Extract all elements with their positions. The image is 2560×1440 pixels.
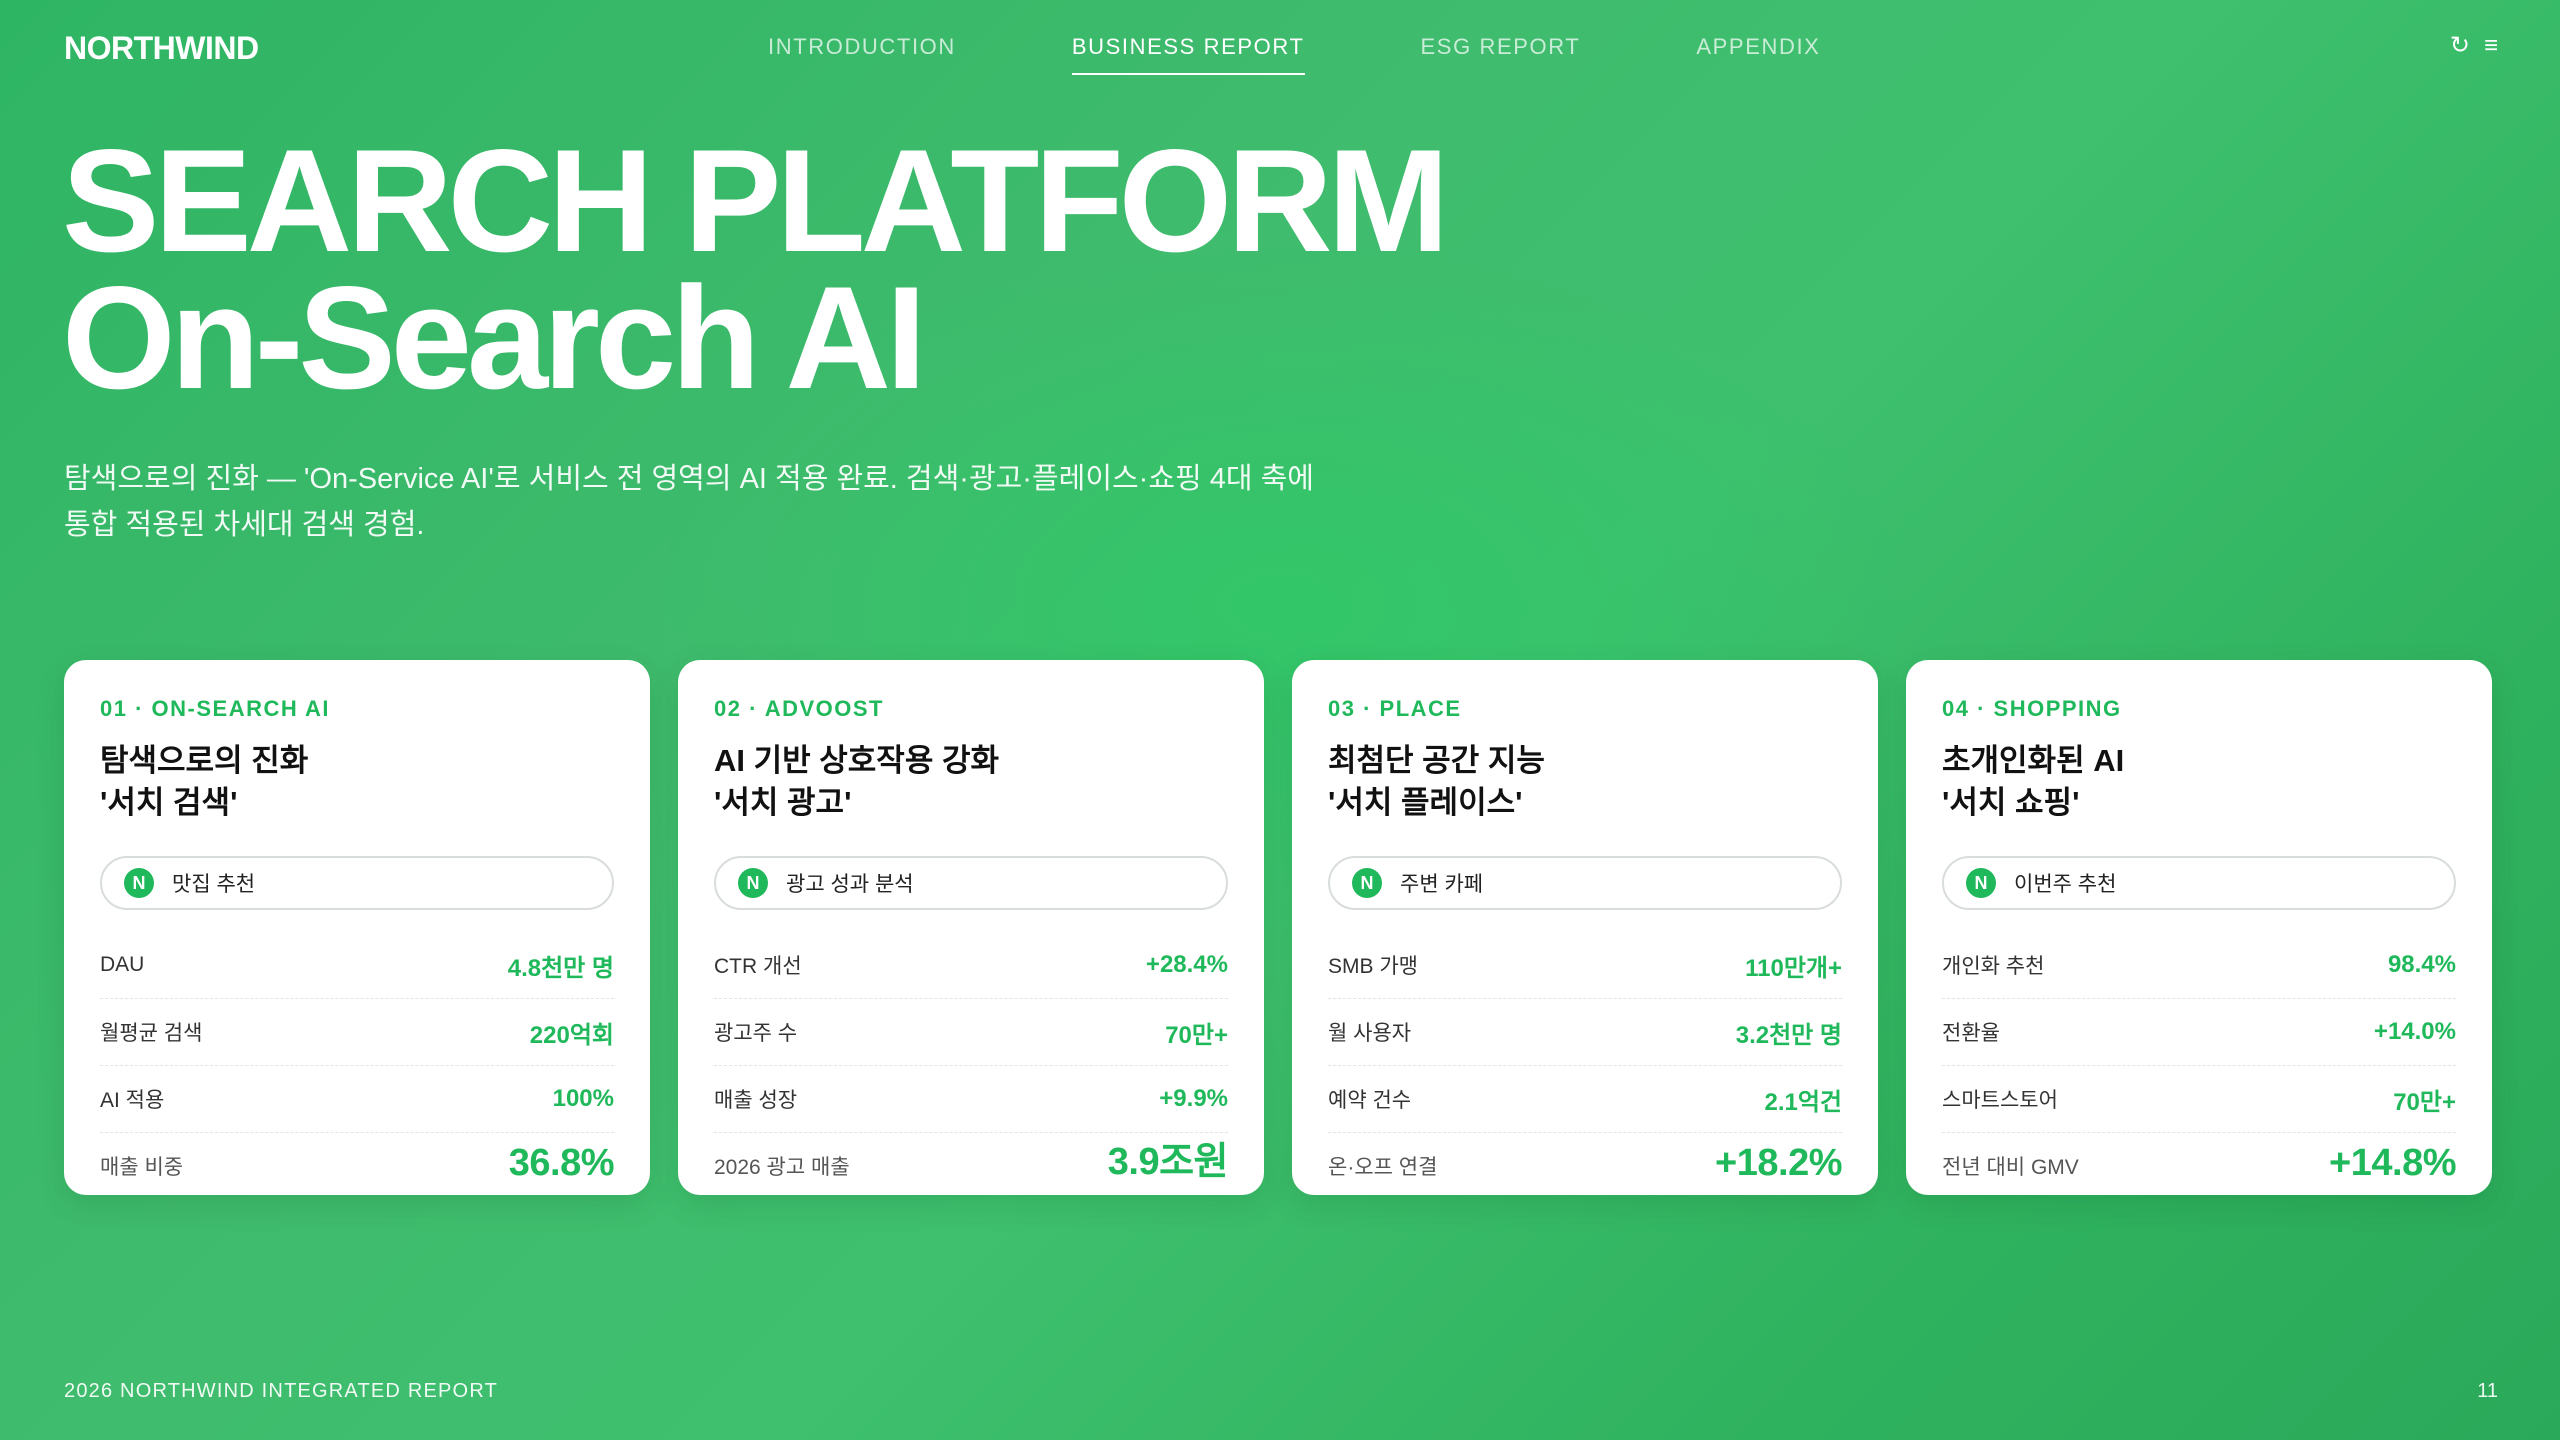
metric-label: 스마트스토어 [1942,1089,2058,1112]
metric-label: 예약 건수 [1328,1089,1412,1112]
description-line-1: 탐색으로의 진화 — 'On-Service AI'로 서비스 전 영역의 AI… [64,463,1314,495]
metric-value: 110만개+ [1745,954,1842,982]
highlight-label: 온·오프 연결 [1328,1156,1438,1179]
metric-row: 개인화 추천 98.4% [1942,932,2456,999]
main-nav: INTRODUCTION BUSINESS REPORT ESG REPORT … [768,34,1936,75]
card-tag: 02 · ADVOOST [714,696,884,721]
metric-value: +14.0% [2373,1018,2456,1045]
n-logo-icon: N [1352,868,1382,898]
highlight-label: 전년 대비 GMV [1942,1156,2079,1179]
highlight-label: 매출 비중 [100,1156,184,1179]
refresh-icon[interactable]: ↻ [2450,34,2470,58]
metric-value: 70만+ [2393,1088,2456,1116]
metric-label: 매출 성장 [714,1089,798,1112]
nav-introduction[interactable]: INTRODUCTION [768,34,956,75]
metric-row: 월평균 검색 220억회 [100,999,614,1066]
metrics-list: 개인화 추천 98.4% 전환율 +14.0% 스마트스토어 70만+ 전년 대… [1942,932,2456,1185]
search-input[interactable]: N 주변 카페 [1328,856,1842,910]
metric-label: 전환율 [1942,1022,2000,1045]
nav-business-report[interactable]: BUSINESS REPORT [1071,34,1305,75]
report-name: 2026 NORTHWIND INTEGRATED REPORT [64,1380,499,1402]
metric-label: AI 적용 [100,1089,165,1112]
card-on-search-ai: 01 · ON-SEARCH AI 탐색으로의 진화 '서치 검색' N 맛집 … [64,660,650,1195]
card-title: 탐색으로의 진화 '서치 검색' [100,743,309,820]
nav-esg-report[interactable]: ESG REPORT [1421,34,1581,75]
metric-row: DAU 4.8천만 명 [100,932,614,999]
header-actions: ↻ ≡ [2450,34,2498,58]
metric-row: AI 적용 100% [100,1066,614,1133]
metric-label: SMB 가맹 [1328,955,1418,978]
metric-value: 70만+ [1165,1021,1228,1049]
search-query: 이번주 추천 [2014,873,2117,896]
metric-row: SMB 가맹 110만개+ [1328,932,1842,999]
metric-row: CTR 개선 +28.4% [714,932,1228,999]
service-cards: 01 · ON-SEARCH AI 탐색으로의 진화 '서치 검색' N 맛집 … [64,660,2492,1195]
metric-row: 전환율 +14.0% [1942,999,2456,1066]
metric-label: CTR 개선 [714,955,802,978]
n-logo-icon: N [124,868,154,898]
n-logo-icon: N [1966,868,1996,898]
page-title: SEARCH PLATFORM On-Search AI [62,119,1449,419]
metric-value: 4.8천만 명 [507,954,614,982]
metric-label: 월 사용자 [1328,1022,1412,1045]
card-tag: 04 · SHOPPING [1942,696,2122,721]
search-query: 맛집 추천 [172,873,256,896]
metric-row: 매출 성장 +9.9% [714,1066,1228,1133]
n-logo-icon: N [738,868,768,898]
metric-label: 광고주 수 [714,1022,798,1045]
metrics-list: CTR 개선 +28.4% 광고주 수 70만+ 매출 성장 +9.9% 202… [714,932,1229,1185]
metric-value: +9.9% [1159,1085,1228,1112]
card-highlight: 전년 대비 GMV +14.8% [1942,1133,2456,1185]
search-input[interactable]: N 맛집 추천 [100,856,614,910]
metric-label: DAU [100,953,145,976]
page-description: 탐색으로의 진화 — 'On-Service AI'로 서비스 전 영역의 AI… [64,456,1384,548]
nav-appendix[interactable]: APPENDIX [1696,34,1820,75]
metric-label: 월평균 검색 [100,1022,203,1045]
highlight-value: 3.9조원 [1107,1141,1229,1183]
search-input[interactable]: N 광고 성과 분석 [714,856,1228,910]
page-title-line-1: SEARCH PLATFORM [62,119,1449,282]
highlight-value: +18.2% [1715,1142,1842,1184]
card-shopping: 04 · SHOPPING 초개인화된 AI '서치 쇼핑' N 이번주 추천 … [1906,660,2492,1195]
metric-value: +28.4% [1145,951,1228,978]
menu-icon[interactable]: ≡ [2484,34,2498,58]
card-highlight: 매출 비중 36.8% [100,1133,615,1185]
card-title: 초개인화된 AI '서치 쇼핑' [1942,743,2125,820]
search-query: 주변 카페 [1400,873,1484,896]
search-input[interactable]: N 이번주 추천 [1942,856,2456,910]
metric-value: 3.2천만 명 [1735,1021,1842,1049]
metric-row: 월 사용자 3.2천만 명 [1328,999,1842,1066]
card-highlight: 2026 광고 매출 3.9조원 [714,1133,1229,1185]
page-title-line-2: On-Search AI [62,256,927,419]
search-query: 광고 성과 분석 [786,873,914,896]
logo[interactable]: NORTHWIND [64,30,259,67]
metric-row: 스마트스토어 70만+ [1942,1066,2456,1133]
card-advoost: 02 · ADVOOST AI 기반 상호작용 강화 '서치 광고' N 광고 … [678,660,1264,1195]
card-title: 최첨단 공간 지능 '서치 플레이스' [1328,743,1545,820]
metrics-list: SMB 가맹 110만개+ 월 사용자 3.2천만 명 예약 건수 2.1억건 … [1328,932,1842,1185]
page-number: 11 [2477,1380,2498,1402]
description-line-2: 통합 적용된 차세대 검색 경험. [64,509,425,541]
highlight-value: 36.8% [508,1142,615,1184]
card-title: AI 기반 상호작용 강화 '서치 광고' [714,743,999,820]
metric-value: 2.1억건 [1764,1088,1842,1116]
card-tag: 03 · PLACE [1328,696,1462,721]
metric-label: 개인화 추천 [1942,955,2045,978]
metric-value: 220억회 [529,1021,614,1049]
card-place: 03 · PLACE 최첨단 공간 지능 '서치 플레이스' N 주변 카페 S… [1292,660,1878,1195]
highlight-value: +14.8% [2329,1142,2456,1184]
card-highlight: 온·오프 연결 +18.2% [1328,1133,1842,1185]
metrics-list: DAU 4.8천만 명 월평균 검색 220억회 AI 적용 100% 매출 비… [100,932,615,1185]
metric-value: 100% [552,1085,614,1112]
highlight-label: 2026 광고 매출 [714,1156,850,1179]
metric-row: 예약 건수 2.1억건 [1328,1066,1842,1133]
metric-row: 광고주 수 70만+ [714,999,1228,1066]
card-tag: 01 · ON-SEARCH AI [100,696,331,721]
metric-value: 98.4% [2387,951,2456,978]
